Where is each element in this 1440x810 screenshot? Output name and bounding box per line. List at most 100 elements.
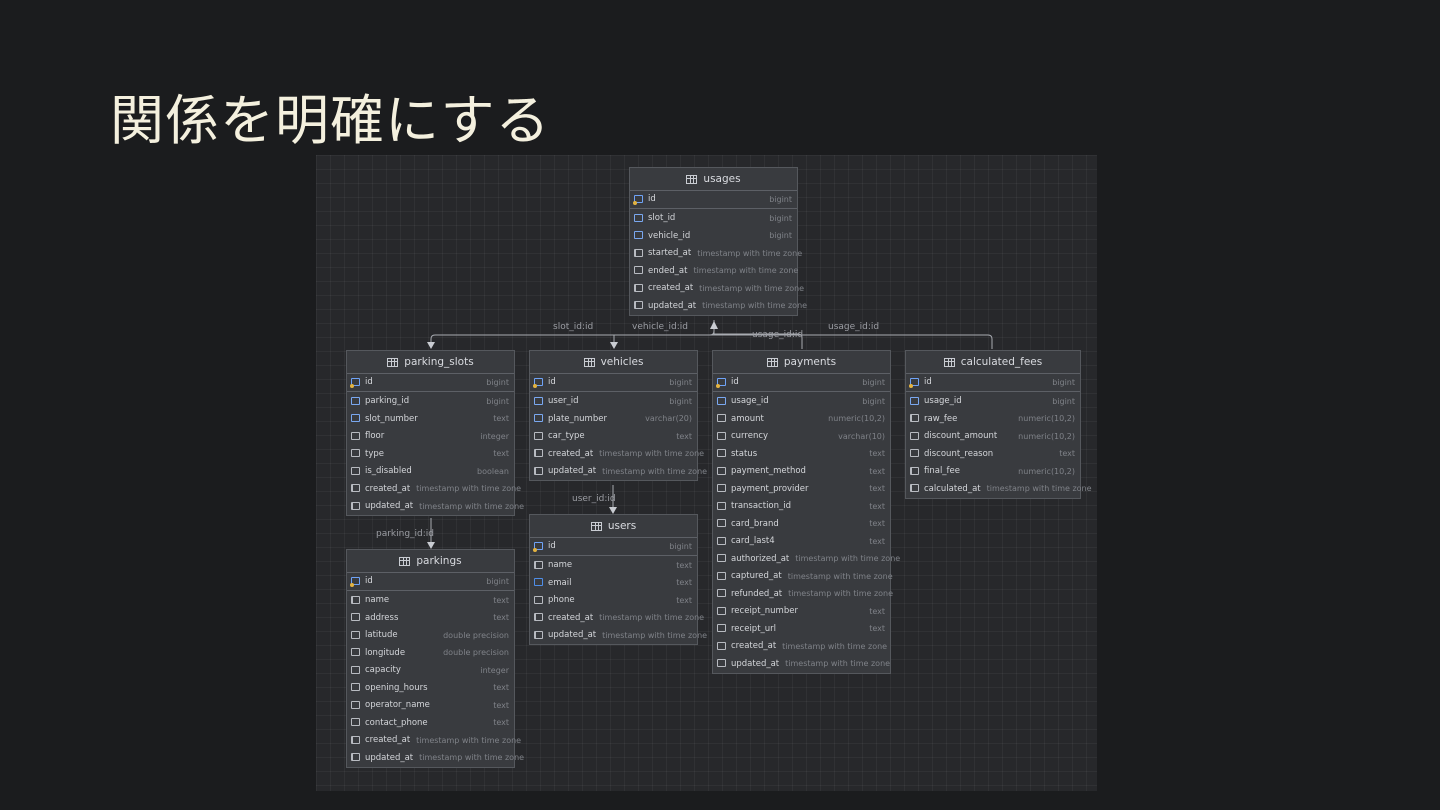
column-row[interactable]: card_brand text bbox=[713, 515, 890, 533]
column-type: timestamp with time zone bbox=[699, 283, 805, 293]
column-row[interactable]: capacity integer bbox=[347, 662, 514, 680]
column-row[interactable]: address text bbox=[347, 609, 514, 627]
column-row[interactable]: started_at timestamp with time zone bbox=[630, 245, 802, 263]
column-row[interactable]: floor integer bbox=[347, 428, 514, 446]
column-row[interactable]: calculated_at timestamp with time zone bbox=[906, 480, 1092, 498]
column-row[interactable]: transaction_id text bbox=[713, 498, 890, 516]
column-row[interactable]: id bigint bbox=[347, 573, 514, 591]
column-row[interactable]: created_at timestamp with time zone bbox=[630, 280, 804, 298]
column-row[interactable]: updated_at timestamp with time zone bbox=[530, 463, 707, 481]
column-name: usage_id bbox=[924, 396, 962, 407]
column-row[interactable]: discount_reason text bbox=[906, 445, 1080, 463]
column-row[interactable]: discount_amount numeric(10,2) bbox=[906, 428, 1080, 446]
column-row[interactable]: updated_at timestamp with time zone bbox=[347, 749, 524, 767]
column-row[interactable]: name text bbox=[347, 592, 514, 610]
er-diagram-canvas[interactable]: slot_id:id vehicle_id:id usage_id:id usa… bbox=[316, 155, 1097, 791]
column-type: bigint bbox=[769, 213, 792, 223]
column-row[interactable]: opening_hours text bbox=[347, 679, 514, 697]
table-parkings[interactable]: parkings id bigint name text address text latit… bbox=[346, 549, 524, 768]
column-row[interactable]: parking_id bigint bbox=[347, 393, 514, 411]
column-row[interactable]: operator_name text bbox=[347, 697, 514, 715]
foreign-key-icon bbox=[534, 396, 544, 406]
column-row[interactable]: id bigint bbox=[906, 374, 1080, 392]
column-row[interactable]: status text bbox=[713, 445, 890, 463]
column-row[interactable]: id bigint bbox=[713, 374, 890, 392]
table-header[interactable]: users bbox=[530, 515, 697, 538]
column-type: text bbox=[1059, 449, 1075, 459]
table-header[interactable]: payments bbox=[713, 351, 890, 374]
column-icon bbox=[717, 641, 727, 651]
column-row[interactable]: updated_at timestamp with time zone bbox=[347, 498, 524, 516]
column-row[interactable]: card_last4 text bbox=[713, 533, 890, 551]
column-type: bigint bbox=[1052, 377, 1075, 387]
column-row[interactable]: email text bbox=[530, 574, 697, 592]
column-row[interactable]: payment_provider text bbox=[713, 480, 890, 498]
column-row[interactable]: usage_id bigint bbox=[713, 393, 890, 411]
column-row[interactable]: created_at timestamp with time zone bbox=[530, 609, 704, 627]
column-row[interactable]: latitude double precision bbox=[347, 627, 514, 645]
column-name: created_at bbox=[648, 283, 694, 294]
column-row[interactable]: updated_at timestamp with time zone bbox=[713, 655, 890, 673]
column-row[interactable]: final_fee numeric(10,2) bbox=[906, 463, 1080, 481]
column-row[interactable]: vehicle_id bigint bbox=[630, 227, 797, 245]
column-row[interactable]: created_at timestamp with time zone bbox=[713, 638, 890, 656]
column-type: text bbox=[676, 595, 692, 605]
column-icon bbox=[717, 466, 727, 476]
column-row[interactable]: id bigint bbox=[530, 374, 697, 392]
table-vehicles[interactable]: vehicles id bigint user_id bigint plate_numbe… bbox=[529, 350, 707, 481]
column-row[interactable]: contact_phone text bbox=[347, 714, 514, 732]
column-row[interactable]: updated_at timestamp with time zone bbox=[530, 627, 707, 645]
column-row[interactable]: phone text bbox=[530, 592, 697, 610]
table-parking-slots[interactable]: parking_slots id bigint parking_id bigint slo… bbox=[346, 350, 524, 516]
table-payments[interactable]: payments id bigint usage_id bigint amount nume… bbox=[712, 350, 900, 674]
column-row[interactable]: ended_at timestamp with time zone bbox=[630, 262, 798, 280]
column-row[interactable]: user_id bigint bbox=[530, 393, 697, 411]
column-row[interactable]: is_disabled boolean bbox=[347, 463, 514, 481]
column-row[interactable]: refunded_at timestamp with time zone bbox=[713, 585, 893, 603]
column-type: timestamp with time zone bbox=[416, 484, 522, 494]
column-name: capacity bbox=[365, 665, 401, 676]
column-row[interactable]: amount numeric(10,2) bbox=[713, 410, 890, 428]
column-row[interactable]: slot_id bigint bbox=[630, 210, 797, 228]
column-type: numeric(10,2) bbox=[1018, 431, 1075, 441]
column-row[interactable]: raw_fee numeric(10,2) bbox=[906, 410, 1080, 428]
table-header[interactable]: vehicles bbox=[530, 351, 697, 374]
column-row[interactable]: currency varchar(10) bbox=[713, 428, 890, 446]
column-row[interactable]: updated_at timestamp with time zone bbox=[630, 297, 807, 315]
column-row[interactable]: payment_method text bbox=[713, 463, 890, 481]
column-row[interactable]: longitude double precision bbox=[347, 644, 514, 662]
column-row[interactable]: plate_number varchar(20) bbox=[530, 410, 697, 428]
relation-label: vehicle_id:id bbox=[632, 322, 689, 332]
column-row[interactable]: type text bbox=[347, 445, 514, 463]
column-type: timestamp with time zone bbox=[419, 501, 525, 511]
column-row[interactable]: slot_number text bbox=[347, 410, 514, 428]
table-usages[interactable]: usages id bigint slot_id bigint vehicle_id big… bbox=[629, 167, 807, 316]
column-icon bbox=[534, 613, 544, 622]
table-header[interactable]: calculated_fees bbox=[906, 351, 1080, 374]
column-row[interactable]: name text bbox=[530, 557, 697, 575]
column-row[interactable]: captured_at timestamp with time zone bbox=[713, 568, 893, 586]
column-icon bbox=[910, 466, 920, 476]
table-users[interactable]: users id bigint name text email text phone text c… bbox=[529, 514, 707, 645]
table-header[interactable]: parkings bbox=[347, 550, 514, 573]
column-icon bbox=[351, 484, 361, 493]
column-row[interactable]: car_type text bbox=[530, 428, 697, 446]
column-row[interactable]: usage_id bigint bbox=[906, 393, 1080, 411]
primary-key-icon bbox=[909, 377, 920, 388]
column-row[interactable]: id bigint bbox=[347, 374, 514, 392]
column-name: status bbox=[731, 448, 758, 459]
column-type: timestamp with time zone bbox=[602, 466, 708, 476]
column-row[interactable]: authorized_at timestamp with time zone bbox=[713, 550, 900, 568]
column-row[interactable]: receipt_number text bbox=[713, 603, 890, 621]
column-row[interactable]: id bigint bbox=[630, 191, 797, 209]
column-row[interactable]: created_at timestamp with time zone bbox=[347, 732, 521, 750]
table-calculated-fees[interactable]: calculated_fees id bigint usage_id bigint raw… bbox=[905, 350, 1092, 499]
table-header[interactable]: usages bbox=[630, 168, 797, 191]
column-row[interactable]: receipt_url text bbox=[713, 620, 890, 638]
column-name: captured_at bbox=[731, 571, 782, 582]
table-header[interactable]: parking_slots bbox=[347, 351, 514, 374]
column-row[interactable]: created_at timestamp with time zone bbox=[347, 480, 521, 498]
column-row[interactable]: id bigint bbox=[530, 538, 697, 556]
column-row[interactable]: created_at timestamp with time zone bbox=[530, 445, 704, 463]
column-name: final_fee bbox=[924, 466, 961, 477]
